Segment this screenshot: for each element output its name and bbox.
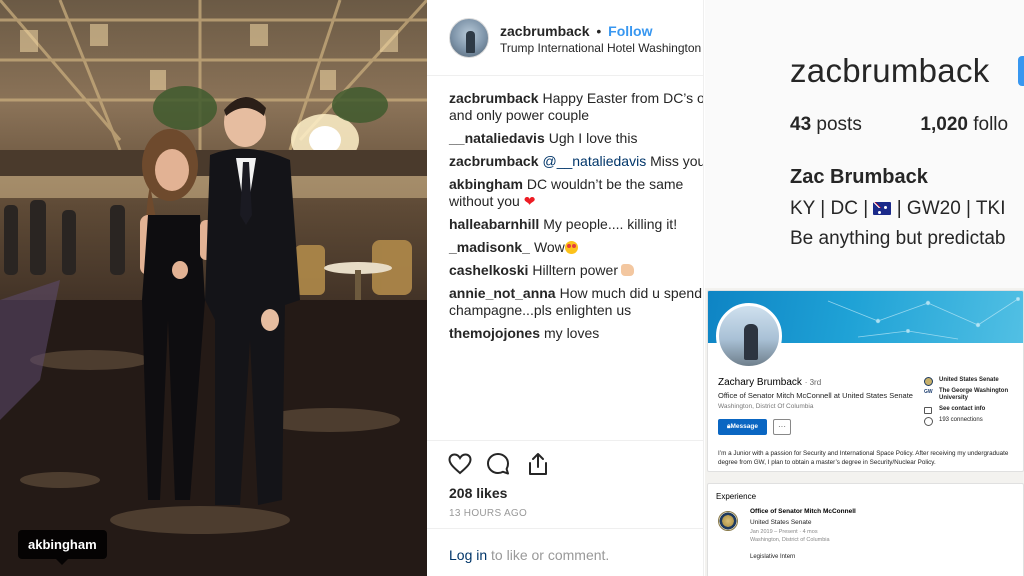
comment: zacbrumback@__nataliedavis Miss you l: [449, 153, 704, 170]
experience-role[interactable]: Office of Senator Mitch McConnell: [750, 508, 856, 515]
experience-dates: Jan 2019 – Present · 4 mos: [750, 529, 818, 535]
avatar[interactable]: [716, 303, 782, 369]
comment: cashelkoski Hilltern power: [449, 262, 703, 279]
follow-button[interactable]: Follow: [608, 23, 652, 39]
contact-info-link[interactable]: See contact info: [923, 406, 1023, 414]
comment-text: Happy Easter from DC’s on: [542, 90, 704, 106]
instagram-profile: zacbrumback 43 posts 1,020 follo Zac Bru…: [705, 0, 1024, 288]
share-icon[interactable]: [525, 451, 551, 477]
comment-username[interactable]: __nataliedavis: [449, 130, 545, 146]
red-heart-icon: ❤: [523, 193, 536, 209]
followers-count[interactable]: 1,020: [920, 114, 968, 135]
comment-text-line2: without you ❤: [449, 193, 536, 209]
connections-link[interactable]: 193 connections: [923, 417, 1023, 426]
senate-seal-icon: [718, 511, 738, 531]
linkedin-top-card: Zachary Brumback · 3rd Office of Senator…: [707, 290, 1024, 472]
comment-text: DC wouldn’t be the same: [526, 176, 684, 192]
comment-icon[interactable]: [485, 451, 511, 477]
company-link[interactable]: United States Senate: [923, 377, 1023, 386]
flexed-arm-emoji-icon: [620, 264, 634, 276]
comment-text-line2: champagne...pls enlighten us: [449, 302, 632, 318]
contact-card-icon: [924, 407, 932, 414]
experience-description: Legislative Intern: [750, 554, 796, 560]
post-location[interactable]: Trump International Hotel Washington: [500, 41, 701, 55]
profile-follow-button[interactable]: [1018, 56, 1024, 86]
experience-location: Washington, District of Columbia: [750, 537, 830, 543]
divider: [427, 440, 703, 441]
comment-text: Miss you l: [650, 153, 704, 169]
comment-text-line2: and only power couple: [449, 107, 590, 123]
comment: halleabarnhill My people.... killing it!: [449, 216, 703, 233]
comment-username[interactable]: _madisonk_: [449, 239, 530, 255]
comment-text: How much did u spend o: [559, 285, 704, 301]
post-timestamp: 13 HOURS AGO: [449, 508, 528, 519]
linkedin-profile: Zachary Brumback · 3rd Office of Senator…: [705, 288, 1024, 576]
profile-bio-line2: Be anything but predictab: [790, 228, 1006, 249]
heart-eyes-emoji-icon: [564, 241, 578, 254]
comment-username[interactable]: themojojones: [449, 325, 540, 341]
comment-username[interactable]: akbingham: [449, 176, 523, 192]
linkedin-headline: Office of Senator Mitch McConnell at Uni…: [718, 391, 913, 400]
comment-text: Wow: [533, 239, 565, 255]
people-icon: [924, 417, 933, 426]
photo-illustration: [0, 0, 427, 576]
comment: _madisonk_ Wow: [449, 239, 703, 256]
divider: [427, 528, 703, 529]
australia-flag-icon: [873, 202, 892, 215]
message-button[interactable]: 🔒︎Message: [718, 419, 767, 435]
linkedin-name: Zachary Brumback: [718, 377, 802, 388]
likes-count[interactable]: 208 likes: [449, 485, 507, 501]
profile-stats: 43 posts 1,020 follo: [790, 114, 1008, 136]
comment-text: Hilltern power: [532, 262, 618, 278]
posts-count: 43: [790, 114, 812, 135]
comment-username[interactable]: zacbrumback: [449, 90, 538, 106]
avatar[interactable]: [449, 18, 489, 58]
comment-text: Ugh I love this: [548, 130, 638, 146]
post-username[interactable]: zacbrumback: [500, 23, 589, 39]
comment-text: My people.... killing it!: [543, 216, 678, 232]
post-sidebar: zacbrumback • Follow Trump International…: [427, 0, 704, 576]
comment-text: my loves: [544, 325, 600, 341]
linkedin-name-line: Zachary Brumback · 3rd: [718, 377, 821, 388]
linkedin-side-info: United States Senate GW The George Washi…: [923, 377, 1023, 428]
comment: zacbrumback Happy Easter from DC’s on and…: [449, 90, 704, 124]
comment-username[interactable]: annie_not_anna: [449, 285, 556, 301]
separator-dot: •: [596, 23, 602, 39]
post-user-line: zacbrumback • Follow: [500, 23, 653, 39]
school-link[interactable]: GW The George Washington University: [923, 388, 1023, 402]
comment: akbingham DC wouldn’t be the same without…: [449, 176, 703, 210]
posts-label: posts: [816, 114, 862, 135]
experience-heading: Experience: [716, 492, 757, 501]
comment-username[interactable]: halleabarnhill: [449, 216, 539, 232]
linkedin-location: Washington, District Of Columbia: [718, 403, 814, 410]
comment: __nataliedavis Ugh I love this: [449, 130, 703, 147]
comment-username[interactable]: zacbrumback: [449, 153, 538, 169]
experience-org: United States Senate: [750, 519, 812, 526]
profile-username: zacbrumback: [790, 52, 990, 89]
connection-degree: · 3rd: [804, 378, 822, 387]
post-header: zacbrumback • Follow Trump International…: [427, 0, 703, 76]
comment: themojojones my loves: [449, 325, 703, 342]
post-photo[interactable]: akbingham: [0, 0, 427, 576]
more-button[interactable]: ···: [773, 419, 791, 435]
photo-user-tag[interactable]: akbingham: [18, 530, 107, 565]
comments-list: zacbrumback Happy Easter from DC’s on and…: [449, 90, 704, 348]
experience-section: Experience Office of Senator Mitch McCon…: [707, 483, 1024, 576]
comment-mention[interactable]: @__nataliedavis: [542, 153, 646, 169]
profile-full-name: Zac Brumback: [790, 166, 928, 188]
comment-username[interactable]: cashelkoski: [449, 262, 528, 278]
gw-logo-icon: GW: [924, 389, 933, 395]
profile-bio-line1: KY | DC | | GW20 | TKI: [790, 198, 1006, 219]
senate-seal-icon: [924, 377, 933, 386]
login-prompt: Log in to like or comment.: [449, 547, 609, 563]
linkedin-about: I’m a Junior with a passion for Security…: [718, 450, 1009, 466]
login-prompt-text: to like or comment.: [487, 547, 610, 563]
comment: annie_not_anna How much did u spend o cha…: [449, 285, 704, 319]
login-link[interactable]: Log in: [449, 547, 487, 563]
followers-label[interactable]: follo: [973, 114, 1008, 135]
heart-icon[interactable]: [447, 451, 473, 477]
